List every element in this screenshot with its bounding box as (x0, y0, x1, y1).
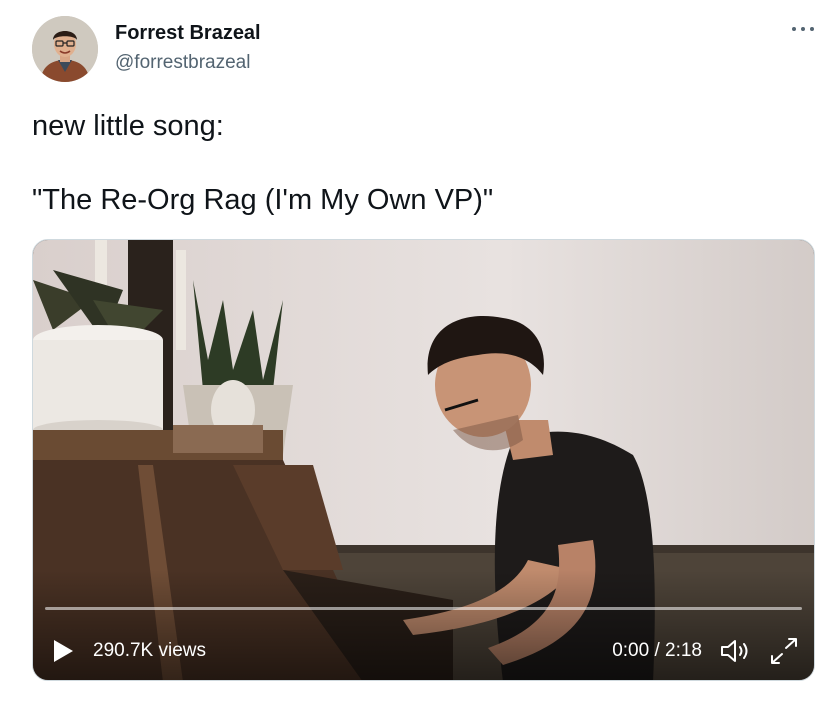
avatar-image (32, 16, 98, 82)
play-icon[interactable] (51, 638, 75, 664)
author-handle[interactable]: @forrestbrazeal (115, 52, 250, 74)
video-time: 0:00 / 2:18 (612, 640, 702, 661)
author-name[interactable]: Forrest Brazeal (115, 22, 261, 45)
video-frame (33, 240, 814, 680)
fullscreen-icon[interactable] (769, 637, 799, 665)
video-progress-bar[interactable] (45, 607, 802, 610)
more-options-icon[interactable] (791, 18, 817, 38)
tweet-line-2: "The Re-Org Rag (I'm My Own VP)" (32, 184, 494, 216)
tweet-text: new little song: "The Re-Org Rag (I'm My… (32, 108, 493, 219)
view-count: 290.7K views (93, 640, 207, 661)
volume-icon[interactable] (719, 638, 751, 664)
tweet-line-1: new little song: (32, 110, 224, 142)
avatar[interactable] (32, 16, 98, 82)
video-player[interactable]: 290.7K views 0:00 / 2:18 (32, 239, 815, 681)
